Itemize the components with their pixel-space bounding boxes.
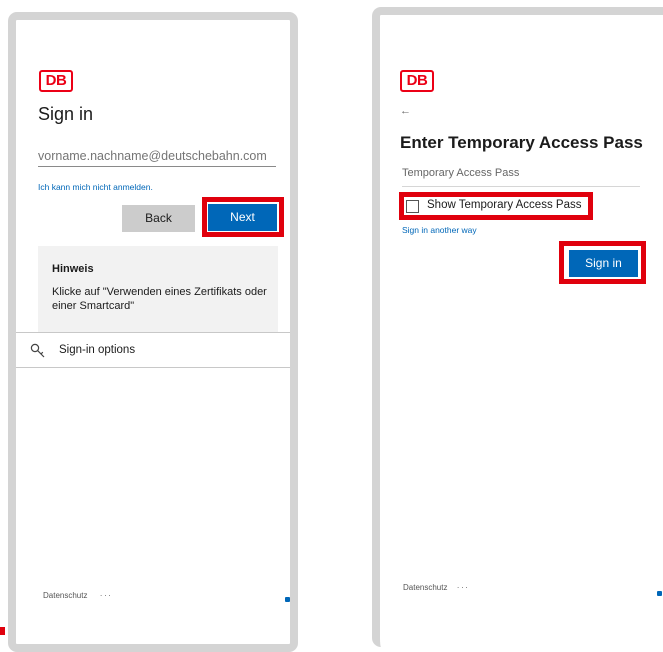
tap-field-label: Temporary Access Pass	[402, 167, 520, 179]
back-button[interactable]: Back	[122, 205, 195, 232]
page-title: Enter Temporary Access Pass	[400, 133, 643, 152]
more-options-button[interactable]: ...	[100, 589, 113, 598]
phone-screen-sign-in: DB Sign in Ich kann mich nicht anmelden.…	[8, 12, 298, 652]
show-tap-highlight	[399, 192, 593, 220]
signin-options-button[interactable]: Sign-in options	[16, 332, 290, 368]
next-button-highlight	[202, 197, 284, 237]
hint-title: Hinweis	[52, 263, 94, 275]
db-logo: DB	[400, 70, 434, 92]
hint-text: Klicke auf "Verwenden eines Zertifikats …	[52, 286, 267, 312]
sign-in-another-way-link[interactable]: Sign in another way	[402, 225, 477, 235]
phone-screen-temporary-access-pass: DB ← Enter Temporary Access Pass Tempora…	[372, 7, 663, 647]
hint-box: Hinweis Klicke auf "Verwenden eines Zert…	[38, 246, 278, 332]
more-options-button[interactable]: ...	[457, 581, 470, 590]
lock-icon	[285, 597, 290, 602]
signin-options-label: Sign-in options	[59, 344, 136, 356]
privacy-link[interactable]: Datenschutz	[43, 591, 87, 600]
key-icon	[30, 343, 46, 364]
back-arrow-icon[interactable]: ←	[400, 105, 411, 117]
email-input[interactable]	[38, 146, 276, 167]
privacy-link[interactable]: Datenschutz	[403, 583, 447, 592]
lock-icon	[657, 591, 662, 596]
db-logo: DB	[39, 70, 73, 92]
sign-in-button-highlight	[559, 241, 646, 284]
corner-mark	[0, 627, 5, 635]
tap-field-underline	[402, 186, 640, 187]
page-title: Sign in	[38, 104, 94, 124]
cant-sign-in-link[interactable]: Ich kann mich nicht anmelden.	[38, 182, 153, 192]
